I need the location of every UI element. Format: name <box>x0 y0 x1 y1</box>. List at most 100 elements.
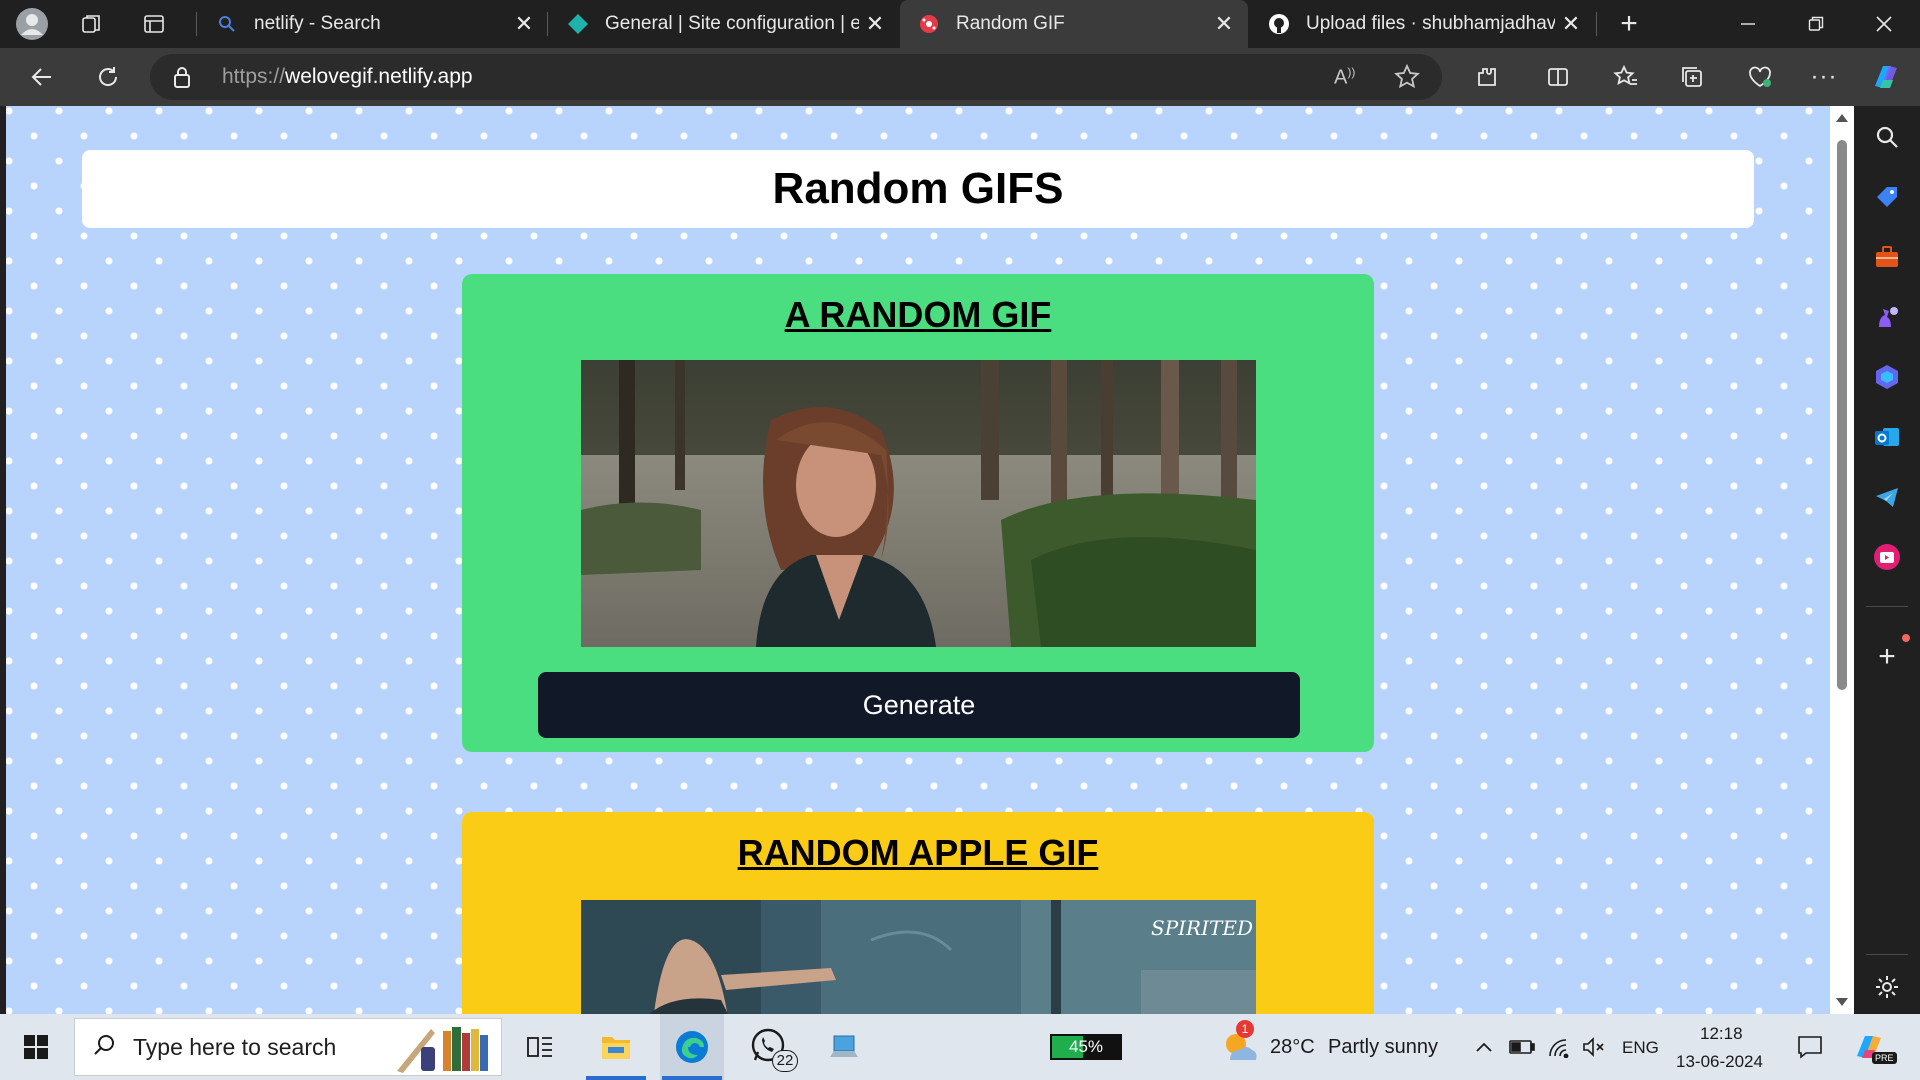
battery-icon[interactable] <box>1508 1014 1536 1080</box>
collections-icon[interactable] <box>1670 57 1714 97</box>
taskbar-search-box[interactable]: Type here to search <box>74 1018 502 1076</box>
more-options-icon[interactable]: ··· <box>1802 57 1846 97</box>
notifications-icon[interactable] <box>1792 1014 1828 1080</box>
search-highlight-books-icon <box>391 1021 499 1080</box>
tab-title: General | Site configuration | ear <box>605 13 859 34</box>
back-icon[interactable] <box>20 57 64 97</box>
header-card: Random GIFS <box>82 150 1754 228</box>
search-icon <box>216 13 238 35</box>
github-icon <box>1268 13 1290 35</box>
tools-icon[interactable] <box>1870 240 1904 274</box>
browser-essentials-icon[interactable] <box>1738 57 1782 97</box>
edge-sidebar: + <box>1854 106 1920 1014</box>
address-bar[interactable]: https://welovegif.netlify.app A)) <box>150 54 1442 100</box>
url-text[interactable]: https://welovegif.netlify.app <box>222 65 473 89</box>
whatsapp-icon[interactable]: 22 <box>740 1014 800 1080</box>
random-gif-card: A RANDOM GIF Generate <box>462 274 1374 752</box>
minimize-icon[interactable] <box>1714 0 1782 48</box>
copilot-icon[interactable] <box>1864 57 1908 97</box>
close-window-icon[interactable] <box>1850 0 1918 48</box>
card-title: RANDOM APPLE GIF <box>737 832 1099 873</box>
tab-separator <box>1596 12 1597 36</box>
search-icon <box>93 1033 117 1062</box>
volume-muted-icon[interactable] <box>1580 1014 1608 1080</box>
new-tab-icon[interactable]: + <box>1603 6 1655 42</box>
workspaces-icon[interactable] <box>66 6 118 42</box>
url-domain: welovegif.netlify.app <box>285 65 473 88</box>
favorites-icon[interactable] <box>1604 57 1648 97</box>
read-aloud-icon[interactable]: A)) <box>1334 65 1355 90</box>
close-tab-icon[interactable]: ✕ <box>859 8 891 40</box>
windows-start-icon[interactable] <box>10 1014 62 1080</box>
battery-percent-text: 45% <box>1068 1037 1104 1056</box>
whatsapp-unread-badge: 22 <box>772 1050 798 1072</box>
tab-title: netlify - Search <box>254 13 381 34</box>
weather-temperature[interactable]: 28°C <box>1270 1036 1315 1059</box>
extensions-icon[interactable] <box>1465 57 1509 97</box>
generate-button[interactable]: Generate <box>538 672 1300 738</box>
show-hidden-icons-chevron-icon[interactable] <box>1470 1014 1498 1080</box>
search-icon[interactable] <box>1870 120 1904 154</box>
random-gif-image <box>581 360 1256 647</box>
tab-netlify-search[interactable]: netlify - Search ✕ <box>198 0 548 48</box>
notification-dot <box>1902 634 1910 642</box>
copilot-taskbar-icon[interactable]: PRE <box>1848 1014 1897 1080</box>
copilot-app-icon[interactable] <box>1870 360 1904 394</box>
games-icon[interactable] <box>1870 300 1904 334</box>
split-screen-icon[interactable] <box>1536 57 1580 97</box>
clipchamp-icon[interactable] <box>1870 540 1904 574</box>
netlify-icon <box>567 13 589 35</box>
close-tab-icon[interactable]: ✕ <box>1555 8 1587 40</box>
weather-description[interactable]: Partly sunny <box>1328 1036 1438 1059</box>
weather-icon[interactable]: 1 <box>1218 1014 1262 1080</box>
close-tab-icon[interactable]: ✕ <box>508 8 540 40</box>
sidebar-settings-icon[interactable] <box>1870 970 1904 1004</box>
url-scheme: https:// <box>222 65 286 88</box>
page-viewport: Random GIFS A RANDOM GIF Generate RANDOM… <box>6 106 1830 1014</box>
random-apple-gif-card: RANDOM APPLE GIF SPIRITED <box>462 812 1374 1014</box>
tab-random-gif[interactable]: Random GIF ✕ <box>900 0 1248 48</box>
refresh-icon[interactable] <box>86 57 130 97</box>
lock-icon[interactable] <box>172 65 192 94</box>
scrollbar-thumb[interactable] <box>1837 140 1847 690</box>
shopping-tag-icon[interactable] <box>1870 180 1904 214</box>
input-language[interactable]: ENG <box>1622 1038 1659 1058</box>
tab-separator <box>196 12 197 36</box>
close-tab-icon[interactable]: ✕ <box>1208 8 1240 40</box>
tab-title: Upload files · shubhamjadhav18 <box>1306 13 1555 34</box>
gif-watermark: SPIRITED <box>1151 916 1253 940</box>
vertical-tabs-icon[interactable] <box>128 6 180 42</box>
task-view-icon[interactable] <box>516 1014 564 1080</box>
sidebar-divider <box>1866 606 1908 607</box>
tab-strip: netlify - Search ✕ General | Site config… <box>0 0 1920 48</box>
battery-percentage-widget[interactable]: 45% <box>1048 1014 1124 1080</box>
tab-separator <box>547 12 548 36</box>
clock-time[interactable]: 12:18 <box>1700 1024 1743 1044</box>
random-apple-gif-image: SPIRITED <box>581 900 1256 1014</box>
tab-github-upload[interactable]: Upload files · shubhamjadhav18 ✕ <box>1250 0 1595 48</box>
sidebar-divider <box>1866 954 1908 955</box>
file-explorer-icon[interactable] <box>582 1014 650 1080</box>
scroll-up-arrow-icon[interactable] <box>1836 114 1848 122</box>
restore-icon[interactable] <box>1782 0 1850 48</box>
card-title: A RANDOM GIF <box>784 294 1052 335</box>
add-sidebar-app-icon[interactable]: + <box>1870 640 1904 674</box>
tab-site-configuration[interactable]: General | Site configuration | ear ✕ <box>549 0 899 48</box>
tab-title: Random GIF <box>956 13 1065 34</box>
favorite-star-icon[interactable] <box>1394 63 1420 95</box>
active-app-indicator <box>586 1076 646 1080</box>
clock-date[interactable]: 13-06-2024 <box>1676 1052 1763 1072</box>
react-icon <box>918 13 940 35</box>
scrollbar[interactable] <box>1830 106 1854 1014</box>
profile-avatar-icon[interactable] <box>6 6 58 42</box>
active-app-indicator <box>662 1076 722 1080</box>
wifi-icon[interactable] <box>1544 1014 1572 1080</box>
windows-taskbar: Type here to search 22 45% 1 28°C Partly… <box>0 1014 1920 1080</box>
laptop-app-icon[interactable] <box>816 1014 872 1080</box>
page-title: Random GIFS <box>772 164 1064 213</box>
scroll-down-arrow-icon[interactable] <box>1836 998 1848 1006</box>
edge-taskbar-icon[interactable] <box>660 1014 724 1080</box>
copilot-preview-badge: PRE <box>1872 1052 1897 1064</box>
outlook-icon[interactable] <box>1870 420 1904 454</box>
telegram-icon[interactable] <box>1870 480 1904 514</box>
